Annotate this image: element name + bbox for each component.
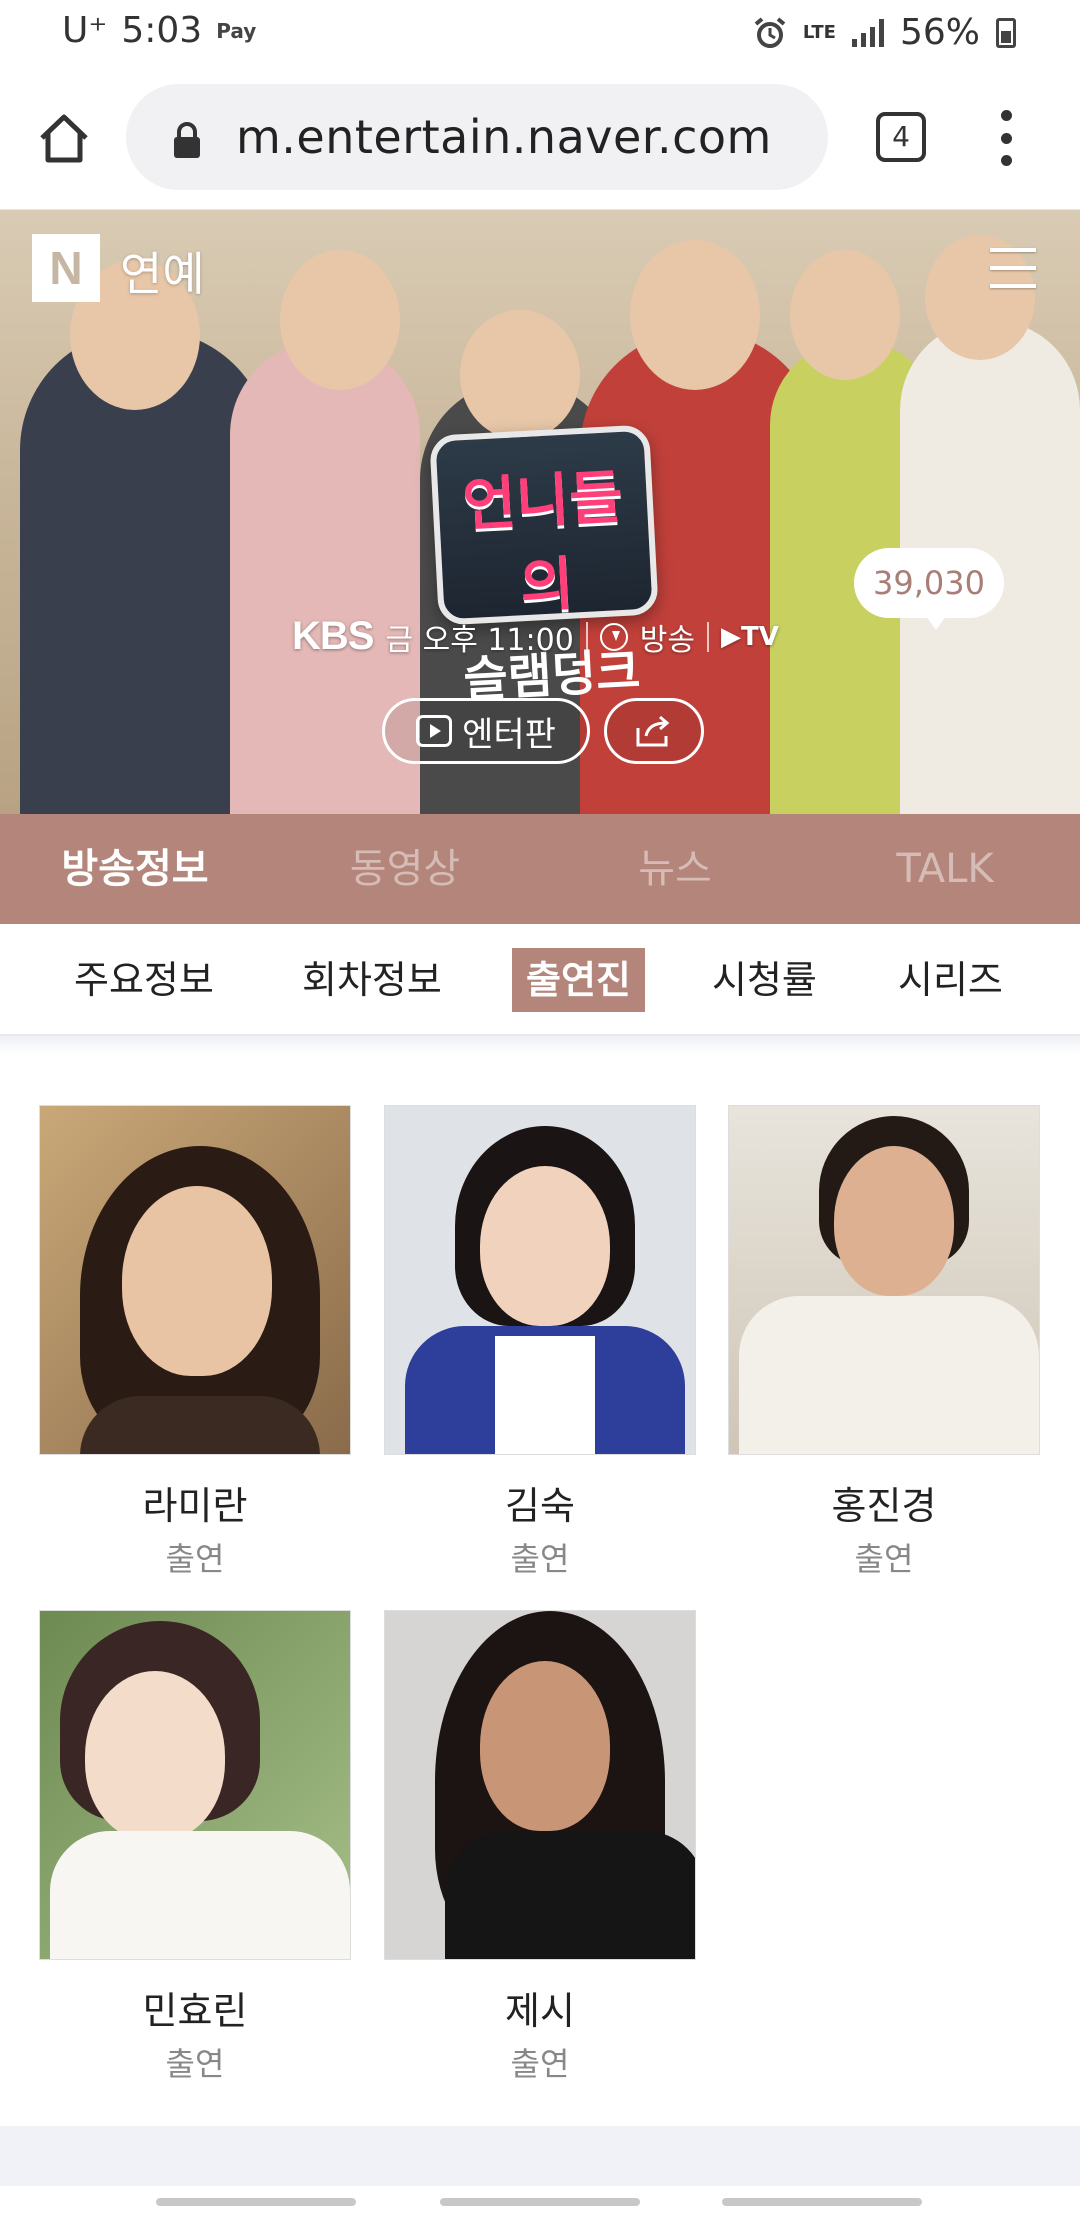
play-bubble-icon (416, 715, 453, 747)
battery-percent: 56% (899, 12, 980, 53)
naver-logo[interactable]: N (32, 234, 100, 302)
divider (706, 621, 709, 652)
browser-toolbar: m.entertain.naver.com 4 (0, 66, 1080, 210)
alarm-icon (754, 16, 786, 48)
cast-photo[interactable] (728, 1105, 1040, 1455)
entertain-board-button[interactable]: 엔터판 (382, 698, 590, 764)
subtab-ratings[interactable]: 시청률 (712, 948, 817, 1012)
tab-videos[interactable]: 동영상 (270, 814, 540, 924)
lock-icon (174, 122, 200, 158)
share-button[interactable] (604, 698, 704, 764)
cast-name: 홍진경 (831, 1484, 937, 1528)
cast-photo[interactable] (39, 1610, 351, 1960)
cast-photo[interactable] (384, 1105, 696, 1455)
broadcast-label: 방송 (639, 622, 695, 658)
clock: 5:03 (121, 10, 203, 51)
nav-handle[interactable] (156, 2198, 356, 2206)
footer-area (0, 2126, 1080, 2186)
status-bar: U⁺ 5:03 Pay LTE 56% (0, 0, 1080, 66)
lte-icon: LTE (802, 21, 836, 43)
tab-news[interactable]: 뉴스 (540, 814, 810, 924)
show-logo: 언니들의 슬램덩크 (429, 424, 659, 708)
show-logo-line1: 언니들의 (461, 462, 625, 621)
download-icon (599, 622, 628, 651)
cast-role: 출연 (510, 2045, 570, 2083)
talk-count-badge: 39,030 (854, 548, 1004, 630)
carrier-label: U⁺ (62, 10, 108, 51)
more-menu-icon[interactable] (994, 110, 1018, 166)
cast-card[interactable]: 라미란 출연 (39, 1105, 351, 1580)
subtab-episodes[interactable]: 회차정보 (302, 948, 442, 1012)
nav-handle[interactable] (722, 2198, 922, 2206)
section-title[interactable]: 연예 (120, 238, 205, 304)
cast-card[interactable]: 제시 출연 (384, 1610, 696, 2085)
nav-handle[interactable] (440, 2198, 640, 2206)
signal-icon (851, 18, 884, 47)
cast-name: 민효린 (142, 1989, 248, 2033)
tv-label: TV (740, 621, 779, 652)
network-logo: KBS (292, 614, 374, 658)
subtab-main-info[interactable]: 주요정보 (74, 948, 214, 1012)
schedule-text: 금 오후 11:00 (385, 622, 574, 658)
battery-icon (996, 17, 1016, 48)
tab-switcher-button[interactable]: 4 (876, 112, 926, 162)
cast-name: 김숙 (505, 1484, 575, 1528)
cast-role: 출연 (854, 1540, 914, 1578)
home-icon[interactable] (36, 110, 92, 166)
share-icon (636, 715, 670, 747)
subtab-series[interactable]: 시리즈 (898, 948, 1003, 1012)
tab-talk[interactable]: TALK (810, 814, 1080, 924)
address-bar[interactable]: m.entertain.naver.com (126, 84, 828, 190)
subtab-cast[interactable]: 출연진 (512, 948, 645, 1012)
status-right: LTE 56% (753, 12, 1016, 53)
cast-role: 출연 (510, 1540, 570, 1578)
hamburger-menu-icon[interactable] (990, 248, 1036, 288)
pay-icon: Pay (216, 18, 257, 43)
tab-broadcast-info[interactable]: 방송정보 (0, 814, 270, 924)
broadcast-info: KBS 금 오후 11:00 방송 ▶TV (292, 614, 779, 659)
entertain-button-label: 엔터판 (462, 714, 556, 755)
system-nav-bar (0, 2186, 1080, 2220)
cast-name: 제시 (505, 1989, 575, 2033)
naver-tv-icon[interactable]: ▶TV (721, 622, 779, 652)
divider (0, 1036, 1080, 1054)
show-banner: N 연예 언니들의 슬램덩크 KBS 금 오후 11:00 방송 ▶TV 엔터판 (0, 210, 1080, 814)
cast-role: 출연 (165, 2045, 225, 2083)
cast-card[interactable]: 홍진경 출연 (728, 1105, 1040, 1580)
cast-name: 라미란 (142, 1484, 248, 1528)
divider (585, 621, 588, 652)
status-left: U⁺ 5:03 Pay (62, 10, 256, 51)
url-text[interactable]: m.entertain.naver.com (236, 110, 772, 164)
cast-card[interactable]: 민효린 출연 (39, 1610, 351, 2085)
main-tab-bar: 방송정보 동영상 뉴스 TALK (0, 814, 1080, 924)
cast-photo[interactable] (384, 1610, 696, 1960)
sub-tab-bar: 주요정보 회차정보 출연진 시청률 시리즈 (0, 924, 1080, 1036)
cast-card[interactable]: 김숙 출연 (384, 1105, 696, 1580)
cast-role: 출연 (165, 1540, 225, 1578)
cast-photo[interactable] (39, 1105, 351, 1455)
